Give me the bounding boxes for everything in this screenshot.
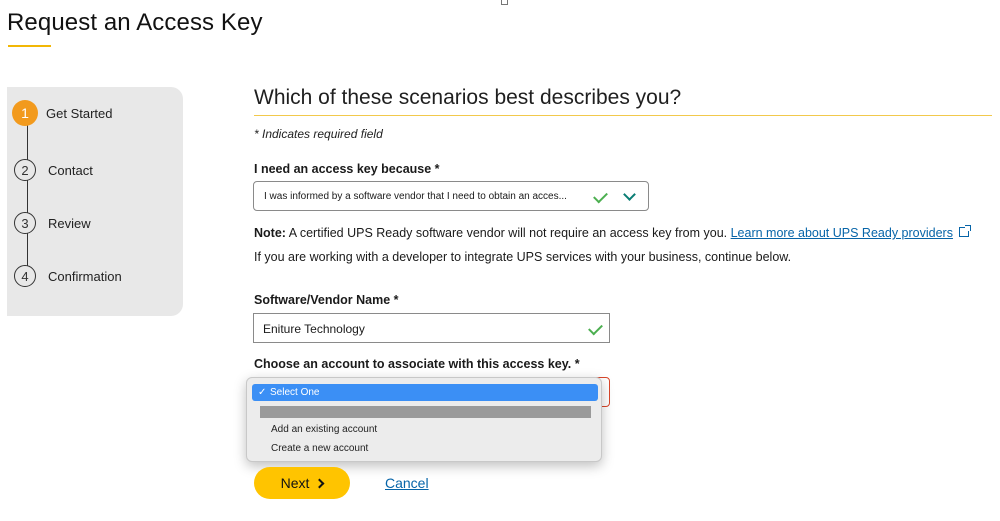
step-label: Contact (48, 162, 93, 178)
note-text: A certified UPS Ready software vendor wi… (285, 226, 731, 240)
step-review[interactable]: 3 Review (14, 209, 91, 237)
redacted-account-option[interactable] (260, 406, 591, 418)
continue-instructions: If you are working with a developer to i… (254, 250, 792, 264)
account-label: Choose an account to associate with this… (254, 357, 580, 371)
note-prefix: Note: (254, 226, 286, 240)
reason-select[interactable]: I was informed by a software vendor that… (253, 181, 649, 211)
vendor-name-value: Eniture Technology (263, 322, 365, 336)
learn-more-link[interactable]: Learn more about UPS Ready providers (731, 226, 953, 240)
step-label: Get Started (46, 105, 113, 121)
option-select-one[interactable]: ✓ Select One (252, 384, 598, 401)
stepper-line (27, 111, 28, 273)
external-link-icon (958, 225, 971, 237)
next-button[interactable]: Next (254, 467, 350, 499)
step-label: Confirmation (48, 268, 122, 284)
step-number-2: 2 (14, 159, 36, 181)
reason-select-value: I was informed by a software vendor that… (264, 191, 567, 202)
checkmark-icon: ✓ (258, 387, 267, 398)
ups-ready-note: Note: A certified UPS Ready software ven… (254, 225, 971, 240)
step-number-4: 4 (14, 265, 36, 287)
heading-divider (254, 115, 992, 116)
option-create-new-account[interactable]: Create a new account (271, 443, 368, 454)
valid-check-icon (593, 188, 608, 204)
step-get-started[interactable]: 1 Get Started (12, 99, 113, 127)
option-add-existing-account[interactable]: Add an existing account (271, 424, 377, 435)
progress-stepper: 1 Get Started 2 Contact 3 Review 4 Confi… (7, 87, 183, 316)
page-title: Request an Access Key (7, 9, 263, 36)
step-confirmation[interactable]: 4 Confirmation (14, 262, 122, 290)
step-number-1: 1 (12, 100, 38, 126)
step-number-3: 3 (14, 212, 36, 234)
valid-check-icon (588, 320, 603, 336)
required-field-note: * Indicates required field (254, 127, 383, 141)
resize-marker-icon (501, 0, 508, 5)
option-label: Select One (270, 387, 320, 398)
next-label: Next (280, 475, 310, 491)
scenario-heading: Which of these scenarios best describes … (254, 86, 682, 109)
step-contact[interactable]: 2 Contact (14, 156, 93, 184)
chevron-down-icon (623, 188, 636, 201)
reason-label: I need an access key because * (254, 162, 440, 176)
step-label: Review (48, 215, 91, 231)
cancel-link[interactable]: Cancel (385, 475, 429, 491)
account-dropdown-menu: ✓ Select One Add an existing account Cre… (246, 377, 602, 462)
title-underline (8, 45, 51, 47)
chevron-right-icon (314, 478, 325, 488)
vendor-name-label: Software/Vendor Name * (254, 293, 399, 307)
vendor-name-input[interactable]: Eniture Technology (253, 313, 610, 343)
